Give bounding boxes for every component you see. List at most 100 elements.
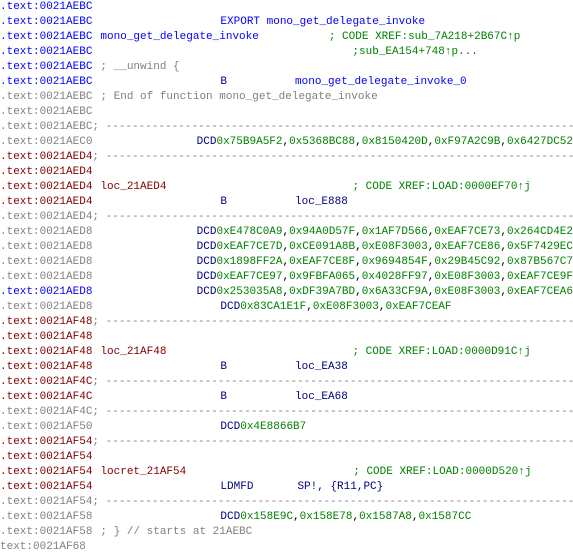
disasm-line[interactable]: .text:0021AF48; ------------------------… bbox=[0, 315, 573, 330]
token: , bbox=[283, 225, 290, 240]
token: , bbox=[379, 300, 386, 315]
token: DCD bbox=[197, 285, 217, 300]
token: DCD bbox=[197, 225, 217, 240]
disasm-line[interactable]: .text:0021AF54; ------------------------… bbox=[0, 495, 573, 510]
disasm-line[interactable]: .text:0021AEBC ; __unwind { bbox=[0, 60, 573, 75]
token: , bbox=[352, 510, 359, 525]
disassembly-listing[interactable]: .text:0021AEBC.text:0021AEBCEXPORT mono_… bbox=[0, 0, 573, 555]
indent bbox=[92, 60, 100, 75]
seg-address: .text:0021AED4 bbox=[0, 150, 92, 165]
token: 0x4028FF97 bbox=[362, 270, 428, 285]
seg-address: .text:0021AED8 bbox=[0, 300, 92, 315]
disasm-line[interactable]: .text:0021AED4loc_21AED4; CODE XREF: LOA… bbox=[0, 180, 573, 195]
disasm-line[interactable]: .text:0021AED8DCD 0x253035A8, 0xDF39A7BD… bbox=[0, 285, 573, 300]
disasm-line[interactable]: .text:0021AEBC bbox=[0, 105, 573, 120]
seg-address: .text:0021AF48 bbox=[0, 360, 92, 375]
disasm-line[interactable]: text:0021AF68 bbox=[0, 540, 573, 555]
disasm-line[interactable]: .text:0021AF48 bbox=[0, 330, 573, 345]
token: , bbox=[283, 255, 290, 270]
token: 0x87B567C7 bbox=[507, 255, 573, 270]
token: 0xEAF7CE73 bbox=[434, 225, 500, 240]
token: 0xE08F3003 bbox=[434, 270, 500, 285]
indent bbox=[92, 45, 352, 60]
token: 0x158E9C bbox=[240, 510, 293, 525]
token: ; bbox=[352, 45, 359, 60]
disasm-line[interactable]: .text:0021AF54LDMFDSP!, {R11,PC} bbox=[0, 480, 573, 495]
token: 0xCE091A8B bbox=[289, 240, 355, 255]
seg-address: .text:0021AF4C bbox=[0, 390, 92, 405]
token: 0xDF39A7BD bbox=[289, 285, 355, 300]
seg-address: .text:0021AF4C bbox=[0, 375, 92, 390]
token: , bbox=[500, 225, 507, 240]
token: mono_get_delegate_invoke bbox=[100, 30, 258, 45]
disasm-line[interactable]: .text:0021AF54 bbox=[0, 450, 573, 465]
token: 0x9FBFA065 bbox=[289, 270, 355, 285]
disasm-line[interactable]: .text:0021AEBCEXPORT mono_get_delegate_i… bbox=[0, 15, 573, 30]
seg-address: .text:0021AF54 bbox=[0, 450, 92, 465]
disasm-line[interactable]: .text:0021AED4Bloc_E888 bbox=[0, 195, 573, 210]
seg-address: .text:0021AF54 bbox=[0, 465, 92, 480]
disasm-line[interactable]: .text:0021AF58DCD 0x158E9C, 0x158E78, 0x… bbox=[0, 510, 573, 525]
disasm-line[interactable]: .text:0021AED4; ------------------------… bbox=[0, 210, 573, 225]
disasm-line[interactable]: .text:0021AF48loc_21AF48; CODE XREF: LOA… bbox=[0, 345, 573, 360]
token: 0x75B9A5F2 bbox=[216, 135, 282, 150]
disasm-line[interactable]: .text:0021AF58; } // starts at 21AEBC bbox=[0, 525, 573, 540]
token: 0xE08F3003 bbox=[313, 300, 379, 315]
seg-address: .text:0021AF4C bbox=[0, 405, 92, 420]
disasm-line[interactable]: .text:0021AF54; ------------------------… bbox=[0, 435, 573, 450]
disasm-line[interactable]: .text:0021AEBC; ------------------------… bbox=[0, 120, 573, 135]
indent bbox=[92, 30, 100, 45]
token: 0xF97A2C9B bbox=[434, 135, 500, 150]
disasm-line[interactable]: .text:0021AEBC; End of function mono_get… bbox=[0, 90, 573, 105]
seg-address: .text:0021AEBC bbox=[0, 60, 92, 75]
seg-address: .text:0021AEBC bbox=[0, 75, 92, 90]
disasm-line[interactable]: .text:0021AED8DCD 0x83CA1E1F, 0xE08F3003… bbox=[0, 300, 573, 315]
indent bbox=[92, 525, 100, 540]
disasm-line[interactable]: .text:0021AEBC bbox=[0, 0, 573, 15]
disasm-line[interactable]: .text:0021AED8DCD 0x1898FF2A, 0xEAF7CE8F… bbox=[0, 255, 573, 270]
disasm-line[interactable]: .text:0021AED4; ------------------------… bbox=[0, 150, 573, 165]
disasm-line[interactable]: .text:0021AED8DCD 0xEAF7CE7D, 0xCE091A8B… bbox=[0, 240, 573, 255]
token: , bbox=[355, 270, 362, 285]
token: loc_EA38 bbox=[295, 360, 348, 375]
disasm-line[interactable]: .text:0021AEBCmono_get_delegate_invoke; … bbox=[0, 30, 573, 45]
token: 0x94A0D57F bbox=[289, 225, 355, 240]
disasm-line[interactable]: .text:0021AED8DCD 0xE478C0A9, 0x94A0D57F… bbox=[0, 225, 573, 240]
token: ; __unwind { bbox=[100, 60, 179, 75]
token: , bbox=[500, 255, 507, 270]
disasm-line[interactable]: .text:0021AF54locret_21AF54; CODE XREF: … bbox=[0, 465, 573, 480]
disasm-line[interactable]: .text:0021AEC0DCD 0x75B9A5F2, 0x5368BC88… bbox=[0, 135, 573, 150]
token: 0x1AF7D566 bbox=[362, 225, 428, 240]
disasm-line[interactable]: .text:0021AF48 Bloc_EA38 bbox=[0, 360, 573, 375]
disasm-line[interactable]: .text:0021AED4 bbox=[0, 165, 573, 180]
seg-address: .text:0021AEBC bbox=[0, 15, 92, 30]
token: B bbox=[220, 390, 227, 405]
disasm-line[interactable]: .text:0021AEBCBmono_get_delegate_invoke_… bbox=[0, 75, 573, 90]
token: , bbox=[283, 270, 290, 285]
token: ... bbox=[458, 45, 478, 60]
disasm-line[interactable]: .text:0021AF50DCD 0x4E8866B7 bbox=[0, 420, 573, 435]
token: , bbox=[306, 300, 313, 315]
disasm-line[interactable]: .text:0021AF4C; ------------------------… bbox=[0, 375, 573, 390]
token: 0x264CD4E2 bbox=[507, 225, 573, 240]
token: locret_21AF54 bbox=[100, 465, 186, 480]
disasm-line[interactable]: .text:0021AF4CBloc_EA68 bbox=[0, 390, 573, 405]
token: 0xEAF7CE9F bbox=[507, 270, 573, 285]
token: 0x158E78 bbox=[300, 510, 353, 525]
disasm-line[interactable]: .text:0021AF4C; ------------------------… bbox=[0, 405, 573, 420]
token: , bbox=[355, 255, 362, 270]
disasm-line[interactable]: .text:0021AED8DCD 0xEAF7CE97, 0x9FBFA065… bbox=[0, 270, 573, 285]
indent bbox=[259, 30, 329, 45]
token: LOAD:0000D520↑j bbox=[432, 465, 531, 480]
token: 0x29B45C92 bbox=[434, 255, 500, 270]
token: 0x8150420D bbox=[362, 135, 428, 150]
indent bbox=[92, 75, 220, 90]
indent bbox=[253, 480, 297, 495]
seg-address: .text:0021AED8 bbox=[0, 255, 92, 270]
token: B bbox=[220, 360, 227, 375]
seg-address: .text:0021AF50 bbox=[0, 420, 92, 435]
disasm-line[interactable]: .text:0021AEBC; sub_EA154+748↑p ... bbox=[0, 45, 573, 60]
token: DCD bbox=[197, 135, 217, 150]
indent bbox=[227, 390, 295, 405]
token: DCD bbox=[197, 240, 217, 255]
